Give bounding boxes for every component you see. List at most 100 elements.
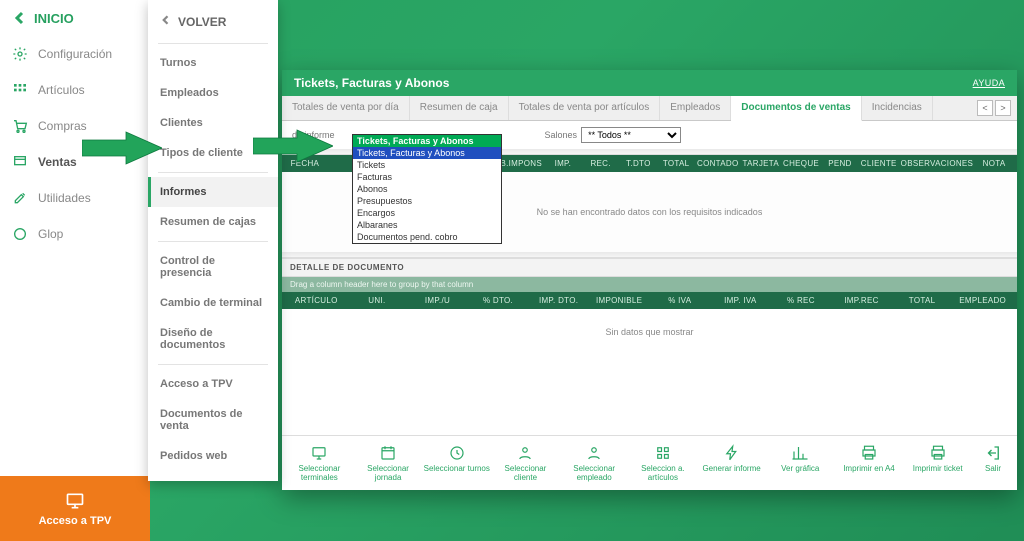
informe-dropdown-open[interactable]: Tickets, Facturas y Abonos Tickets, Fact… [352, 134, 502, 244]
toolbar-salir[interactable]: Salir [973, 442, 1013, 484]
grid1-col[interactable]: PEND [823, 159, 857, 168]
toolbar-label: Seleccionar empleado [561, 465, 628, 482]
salones-select[interactable]: ** Todos ** [581, 127, 681, 143]
submenu-item-empleados[interactable]: Empleados [148, 78, 278, 108]
grid2-col[interactable]: ARTÍCULO [288, 296, 345, 305]
toolbar-imprimir-ticket[interactable]: Imprimir ticket [904, 442, 971, 484]
submenu-back[interactable]: VOLVER [148, 0, 278, 39]
grid1-col[interactable]: TOTAL [659, 159, 693, 168]
sidebar-item-label: Glop [38, 227, 63, 241]
toolbar-label: Seleccionar cliente [492, 465, 559, 482]
grid1-empty-text: No se han encontrado datos con los requi… [537, 207, 763, 217]
grid2-col[interactable]: IMP. DTO. [530, 296, 587, 305]
grid2-col[interactable]: % REC [773, 296, 830, 305]
tab-1[interactable]: Resumen de caja [410, 96, 509, 120]
sidebar-back[interactable]: INICIO [0, 0, 149, 36]
sidebar-item-ventas[interactable]: Ventas [0, 144, 149, 180]
help-link[interactable]: AYUDA [973, 78, 1005, 88]
window-title: Tickets, Facturas y Abonos [294, 76, 449, 90]
grid1-col[interactable]: OBSERVACIONES [901, 159, 974, 168]
grid2-col[interactable]: EMPLEADO [954, 296, 1011, 305]
toolbar-ver-gr-fica[interactable]: Ver gráfica [767, 442, 834, 484]
window-titlebar: Tickets, Facturas y Abonos AYUDA [282, 70, 1017, 96]
toolbar-seleccionar-jornada[interactable]: Seleccionar jornada [355, 442, 422, 484]
submenu-item-informes[interactable]: Informes [148, 177, 278, 207]
dropdown-option[interactable]: Facturas [353, 171, 501, 183]
tab-0[interactable]: Totales de venta por día [282, 96, 410, 120]
submenu-item-cambio-de-terminal[interactable]: Cambio de terminal [148, 288, 278, 318]
tab-prev-button[interactable]: < [977, 100, 993, 116]
toolbar-seleccionar-empleado[interactable]: Seleccionar empleado [561, 442, 628, 484]
dropdown-selected[interactable]: Tickets, Facturas y Abonos [353, 135, 501, 147]
sidebar-item-glop[interactable]: Glop [0, 216, 149, 252]
grid-icon [12, 82, 28, 98]
submenu-item-resumen-de-cajas[interactable]: Resumen de cajas [148, 207, 278, 237]
grid1-col[interactable]: CONTADO [697, 159, 739, 168]
dropdown-option[interactable]: Encargos [353, 207, 501, 219]
tab-5[interactable]: Incidencias [862, 96, 933, 120]
tools-icon [12, 190, 28, 206]
sidebar-item-utilidades[interactable]: Utilidades [0, 180, 149, 216]
toolbar-seleccionar-turnos[interactable]: Seleccionar turnos [423, 442, 490, 484]
submenu-item-documentos-de-venta[interactable]: Documentos de venta [148, 399, 278, 441]
acceso-tpv-label: Acceso a TPV [39, 515, 112, 527]
detail-section-header[interactable]: DETALLE DE DOCUMENTO [282, 258, 1017, 277]
submenu-item-control-de-presencia[interactable]: Control de presencia [148, 246, 278, 288]
grid2-col[interactable]: UNI. [349, 296, 406, 305]
grid1-col[interactable]: FECHA [288, 159, 322, 168]
sidebar-item-configuración[interactable]: Configuración [0, 36, 149, 72]
sidebar-item-compras[interactable]: Compras [0, 108, 149, 144]
grid2-col[interactable]: IMP./U [409, 296, 466, 305]
grid2-empty-text: Sin datos que mostrar [605, 327, 693, 337]
submenu-item-turnos[interactable]: Turnos [148, 48, 278, 78]
grid2-col[interactable]: % IVA [651, 296, 708, 305]
grid1-col[interactable]: CHEQUE [783, 159, 819, 168]
toolbar-label: Seleccionar terminales [286, 465, 353, 482]
sidebar-item-artículos[interactable]: Artículos [0, 72, 149, 108]
print-icon [860, 444, 878, 462]
grid1-col[interactable]: TARJETA [743, 159, 779, 168]
submenu-item-acceso-a-tpv[interactable]: Acceso a TPV [148, 369, 278, 399]
user-icon [516, 444, 534, 462]
toolbar-imprimir-en-a-[interactable]: Imprimir en A4 [836, 442, 903, 484]
drag-hint-text: Drag a column header here to group by th… [290, 280, 473, 289]
grid2-col[interactable]: IMP.REC [833, 296, 890, 305]
toolbar-generar-informe[interactable]: Generar informe [698, 442, 765, 484]
submenu-item-tipos-de-cliente[interactable]: Tipos de cliente [148, 138, 278, 168]
tab-4[interactable]: Documentos de ventas [731, 96, 861, 121]
grid1-col[interactable]: T.DTO [622, 159, 656, 168]
toolbar-seleccionar-terminales[interactable]: Seleccionar terminales [286, 442, 353, 484]
submenu-back-label: VOLVER [178, 15, 226, 29]
toolbar-seleccionar-cliente[interactable]: Seleccionar cliente [492, 442, 559, 484]
toolbar-seleccion-a-art-culos[interactable]: Seleccion a. artículos [630, 442, 697, 484]
submenu-item-diseño-de-documentos[interactable]: Diseño de documentos [148, 318, 278, 360]
dropdown-option[interactable]: Albaranes [353, 219, 501, 231]
filter-row: de informe Tickets, Facturas y Abonos Ti… [282, 121, 1017, 149]
grid2-col[interactable]: IMPONIBLE [591, 296, 648, 305]
grid1-col[interactable]: REC. [584, 159, 618, 168]
grid1-col[interactable]: IMP. [546, 159, 580, 168]
toolbar-label: Seleccionar turnos [424, 465, 490, 473]
grid2-col[interactable]: IMP. IVA [712, 296, 769, 305]
dropdown-option[interactable]: Abonos [353, 183, 501, 195]
chevron-left-icon [12, 10, 28, 26]
dropdown-option[interactable]: Tickets, Facturas y Abonos [353, 147, 501, 159]
acceso-tpv-button[interactable]: Acceso a TPV [0, 476, 150, 541]
sidebar-item-label: Configuración [38, 47, 112, 61]
grid1-col[interactable]: NOTA [977, 159, 1011, 168]
dropdown-option[interactable]: Documentos pend. cobro [353, 231, 501, 243]
toolbar-label: Imprimir en A4 [843, 465, 895, 473]
grid2-col[interactable]: % DTO. [470, 296, 527, 305]
submenu-item-clientes[interactable]: Clientes [148, 108, 278, 138]
tab-next-button[interactable]: > [995, 100, 1011, 116]
grid2-col[interactable]: TOTAL [894, 296, 951, 305]
dropdown-option[interactable]: Presupuestos [353, 195, 501, 207]
dropdown-option[interactable]: Tickets [353, 159, 501, 171]
divider [158, 241, 268, 242]
tab-3[interactable]: Empleados [660, 96, 731, 120]
tab-2[interactable]: Totales de venta por artículos [509, 96, 661, 120]
submenu-item-pedidos-web[interactable]: Pedidos web [148, 441, 278, 471]
documentos-window: Tickets, Facturas y Abonos AYUDA Totales… [282, 70, 1017, 490]
ventas-icon [12, 154, 28, 170]
grid1-col[interactable]: CLIENTE [861, 159, 897, 168]
